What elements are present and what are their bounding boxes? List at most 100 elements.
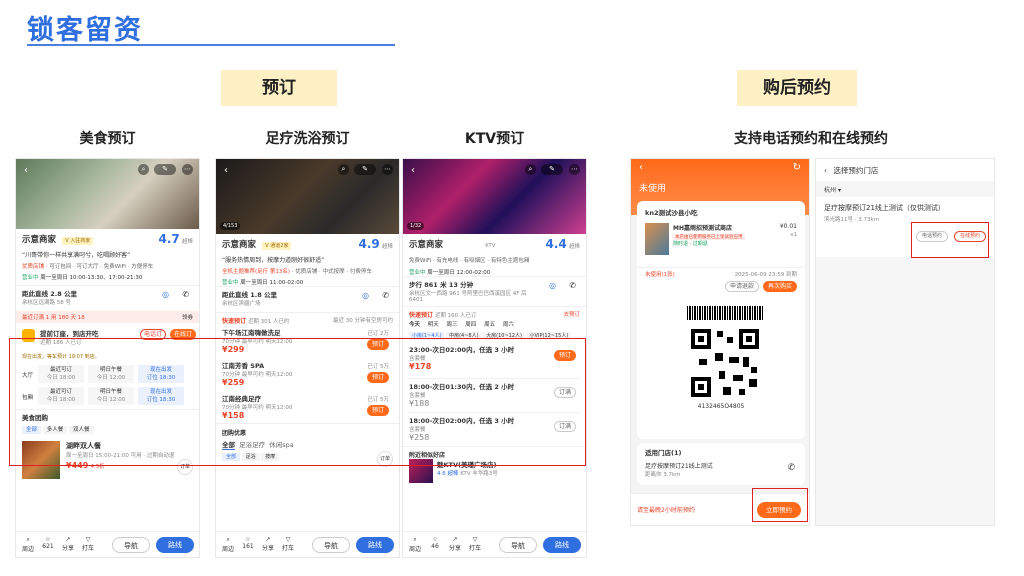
phone-icon[interactable]: ✆ bbox=[787, 463, 795, 473]
promo-bar[interactable]: 最近订满 1 用 180 天 18 领券 bbox=[16, 311, 199, 323]
map-icon[interactable]: ◎ bbox=[549, 281, 556, 290]
open-status: 营业中 bbox=[22, 275, 39, 281]
slide-title: 锁客留资 bbox=[27, 15, 143, 46]
order-status: 未使用 bbox=[639, 184, 667, 194]
date-tab[interactable]: 周五 bbox=[484, 322, 495, 328]
refund-button[interactable]: 申请退款 bbox=[725, 281, 759, 292]
hero-image: ‹ ⌕ ✎ ⋯ 4/153 bbox=[216, 159, 399, 234]
search-icon[interactable]: ⌕ bbox=[338, 164, 349, 175]
store-title: 适用门店(1) bbox=[645, 449, 682, 457]
rebuy-button[interactable]: 再次购买 bbox=[763, 281, 797, 292]
share-icon[interactable]: ↗ 分享 bbox=[60, 536, 76, 552]
nearby-icon[interactable]: ⌕ 周边 bbox=[20, 536, 36, 553]
back-icon[interactable]: ‹ bbox=[224, 165, 228, 176]
tag: 方便停车 bbox=[131, 264, 154, 270]
date-tab[interactable]: 周三 bbox=[447, 322, 458, 328]
score: 4.4 bbox=[545, 237, 567, 251]
back-icon[interactable]: ‹ bbox=[639, 162, 643, 173]
shop-name: 示意商家 bbox=[22, 235, 57, 245]
badge-booking: 预订 bbox=[221, 70, 337, 106]
back-icon[interactable]: ‹ bbox=[824, 166, 827, 175]
navigate-button[interactable]: 导航 bbox=[112, 537, 150, 553]
refresh-icon[interactable]: ↻ bbox=[793, 162, 801, 173]
reserve-button-highlight bbox=[752, 488, 808, 522]
share-icon[interactable]: ✎ bbox=[541, 164, 563, 175]
favorite-icon[interactable]: ☆ 46 bbox=[427, 536, 443, 550]
address: 余杭区文一西路 961 号阿里巴巴西溪园区 4F 后 6401 bbox=[409, 291, 527, 303]
route-button[interactable]: 路线 bbox=[356, 537, 394, 553]
product-image bbox=[645, 223, 669, 255]
review-quote: “服务热情周到，按摩力道刚好很舒适” bbox=[222, 257, 325, 264]
date-tab[interactable]: 周六 bbox=[503, 322, 514, 328]
favorite-icon[interactable]: ☆ 621 bbox=[40, 536, 56, 550]
share-icon[interactable]: ✎ bbox=[354, 164, 376, 175]
score-tag: 超棒 bbox=[181, 239, 193, 245]
navigate-button[interactable]: 导航 bbox=[499, 537, 537, 553]
tag: 全机主题推荐(足疗 第13名) bbox=[222, 269, 291, 275]
search-icon[interactable]: ⌕ bbox=[525, 164, 536, 175]
map-icon[interactable]: ◎ bbox=[362, 291, 369, 300]
taxi-icon[interactable]: ▽ 打车 bbox=[467, 536, 483, 552]
merchant-tag: V 通道2家 bbox=[262, 242, 292, 250]
voucher-code: 4132465O4805 bbox=[697, 403, 745, 410]
reserve-options-highlight bbox=[911, 222, 989, 258]
product-qty: x1 bbox=[790, 232, 797, 238]
nearby-icon[interactable]: ⌕ 周边 bbox=[220, 536, 236, 553]
bottom-bar: ⌕ 周边 ☆ 621 ↗ 分享 ▽ 打车 导航 路线 bbox=[16, 531, 199, 557]
tag: 有充电线 bbox=[436, 258, 459, 264]
date-tab[interactable]: 周四 bbox=[465, 322, 476, 328]
score: 4.7 bbox=[158, 232, 180, 246]
score: 4.9 bbox=[358, 237, 380, 251]
map-icon[interactable]: ◎ bbox=[162, 290, 169, 299]
back-icon[interactable]: ‹ bbox=[24, 165, 28, 176]
date-tab[interactable]: 明天 bbox=[428, 322, 439, 328]
more-icon[interactable]: ⋯ bbox=[382, 164, 393, 175]
share-icon[interactable]: ↗ 分享 bbox=[260, 536, 276, 552]
category-tag: KTV bbox=[485, 243, 496, 249]
address: 余杭区远满路 58 号 bbox=[22, 300, 71, 306]
voucher-card: kn2测试沙县小吃 MH嘉雨招预测试商店 本店由已使用服务已上架试验应用 随时退… bbox=[637, 201, 805, 439]
phone-icon[interactable]: ✆ bbox=[182, 290, 189, 299]
voucher-count: 未使用(1张) bbox=[645, 272, 675, 278]
taxi-icon[interactable]: ▽ 打车 bbox=[280, 536, 296, 552]
store-card[interactable]: 适用门店(1) 足疗按摩预订21线上测试 距离你 3.7km ✆ bbox=[637, 443, 805, 485]
tag: 免费WiFi bbox=[409, 258, 432, 264]
share-icon[interactable]: ✎ bbox=[154, 164, 176, 175]
review-quote: “川哥带你一样共享满叼兮，吃喝顾好客” bbox=[22, 252, 131, 259]
share-icon[interactable]: ↗ 分享 bbox=[447, 536, 463, 552]
store-name: 足疗按摩预订21线上测试 bbox=[645, 463, 713, 470]
quick-book-hint: 最近 30 分钟有空房可约 bbox=[333, 318, 393, 324]
page-title: 选择预约门店 bbox=[833, 166, 879, 175]
more-icon[interactable]: ⋯ bbox=[182, 164, 193, 175]
more-icon[interactable]: ⋯ bbox=[569, 164, 580, 175]
merchant-tag: V 入驻商家 bbox=[62, 237, 94, 245]
shop-name: 示意商家 bbox=[409, 240, 444, 250]
badge-after-purchase: 购后预约 bbox=[737, 70, 857, 106]
phone-icon[interactable]: ✆ bbox=[569, 281, 576, 290]
tag: 中式按摩 bbox=[322, 269, 345, 275]
city-selector[interactable]: 杭州 ▾ bbox=[816, 181, 994, 197]
back-icon[interactable]: ‹ bbox=[411, 165, 415, 176]
taxi-icon[interactable]: ▽ 打车 bbox=[80, 536, 96, 552]
barcode bbox=[687, 306, 763, 320]
route-button[interactable]: 路线 bbox=[543, 537, 581, 553]
order-title[interactable]: kn2测试沙县小吃 bbox=[637, 201, 805, 223]
hero-image: ‹ ⌕ ✎ ⋯ 1/32 bbox=[403, 159, 586, 234]
date-tab[interactable]: 今天 bbox=[409, 322, 420, 328]
store-name: 足疗按摩预订21线上测试（仅供测试） bbox=[824, 204, 945, 212]
phone-icon[interactable]: ✆ bbox=[382, 291, 389, 300]
quick-book-count: 近期 160 人已订 bbox=[434, 313, 477, 319]
quick-book-link[interactable]: 去预订 bbox=[563, 310, 580, 318]
search-icon[interactable]: ⌕ bbox=[138, 164, 149, 175]
favorite-icon[interactable]: ☆ 161 bbox=[240, 536, 256, 550]
tag: 有吸烟区 bbox=[463, 258, 486, 264]
route-button[interactable]: 路线 bbox=[156, 537, 194, 553]
shop-name: 示意商家 bbox=[222, 240, 257, 250]
phone-order: ‹ ↻ 未使用 kn2测试沙县小吃 MH嘉雨招预测试商店 本店由已使用服务已上架… bbox=[630, 158, 810, 526]
flag: 过期退 bbox=[692, 241, 708, 247]
store-distance: 距离你 3.7km bbox=[645, 472, 681, 478]
navigate-button[interactable]: 导航 bbox=[312, 537, 350, 553]
nearby-icon[interactable]: ⌕ 周边 bbox=[407, 536, 423, 553]
subtitle-food: 美食预订 bbox=[79, 131, 136, 147]
photo-count: 4/153 bbox=[220, 222, 241, 230]
